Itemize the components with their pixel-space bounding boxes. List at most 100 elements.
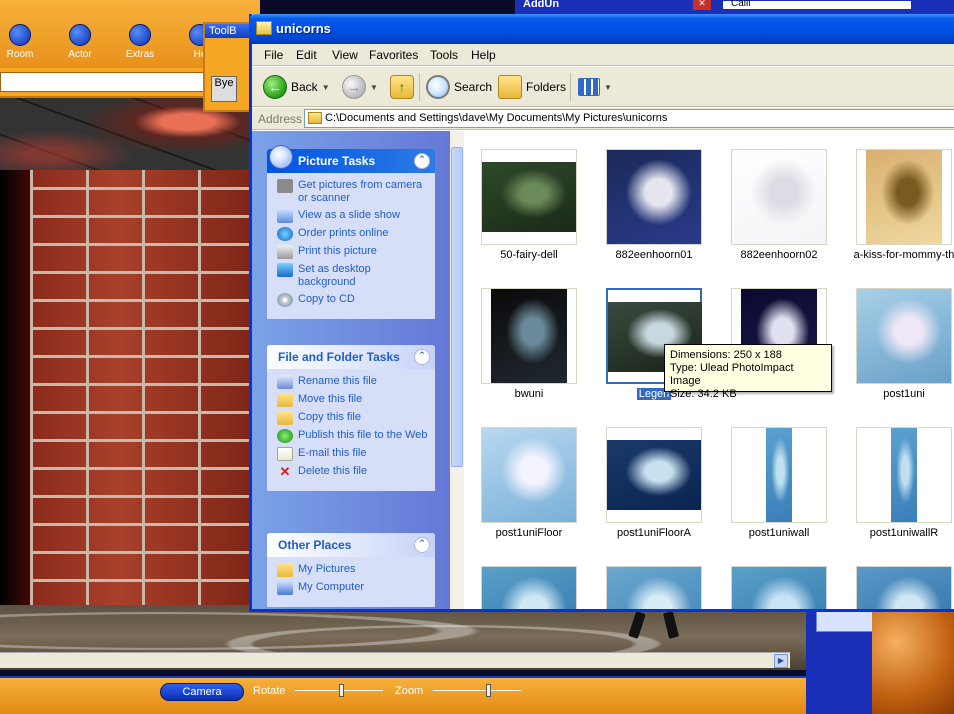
task-print-this-picture[interactable]: Print this picture (277, 245, 429, 259)
thumbnail-item[interactable]: 882eenhoorn02 (724, 147, 834, 277)
thumbnail-frame[interactable] (481, 566, 577, 609)
thumbnail-item[interactable]: post1uniFloorA (599, 425, 709, 555)
cd-icon (277, 293, 293, 307)
avatar-legs[interactable] (626, 611, 686, 642)
zoom-slider[interactable] (432, 684, 522, 697)
menu-view[interactable]: View (332, 48, 358, 62)
folder-icon (256, 21, 272, 35)
address-field[interactable]: C:\Documents and Settings\dave\My Docume… (304, 109, 954, 128)
thumbnail-frame[interactable] (481, 427, 577, 523)
calli-window-title: Calli (722, 0, 912, 10)
views-dropdown-icon[interactable]: ▼ (604, 83, 612, 92)
task-publish-this-file-to-the-web[interactable]: Publish this file to the Web (277, 429, 429, 443)
nav-room-button[interactable]: Room (0, 24, 47, 60)
thumbnail-frame[interactable] (731, 566, 827, 609)
forward-button[interactable]: → ▼ (342, 73, 378, 101)
publish-icon (277, 429, 293, 443)
task-rename-this-file[interactable]: Rename this file (277, 375, 429, 389)
task-copy-to-cd[interactable]: Copy to CD (277, 293, 429, 307)
thumbnail-label: bwuni (514, 388, 544, 400)
thumbnail-item[interactable]: post1uni (849, 286, 954, 416)
nav-extras-button[interactable]: Extras (113, 24, 167, 60)
task-pane-scrollbar[interactable] (450, 131, 464, 609)
collapse-chevron-icon[interactable]: ⌃ (414, 537, 430, 553)
picture-tasks-header[interactable]: Picture Tasks ⌃ (267, 145, 435, 173)
rotate-slider-thumb[interactable] (339, 684, 345, 697)
task-move-this-file[interactable]: Move this file (277, 393, 429, 407)
task-order-prints-online[interactable]: Order prints online (277, 227, 429, 241)
thumbnail-item[interactable]: bwuni (474, 286, 584, 416)
task-copy-this-file[interactable]: Copy this file (277, 411, 429, 425)
explorer-window: unicorns File Edit View Favorites Tools … (249, 14, 954, 612)
scroll-right-arrow-icon[interactable]: ▶ (774, 654, 788, 668)
scene-horizontal-scrollbar[interactable]: ▶ (0, 652, 790, 668)
thumbnail-frame[interactable] (606, 427, 702, 523)
thumbnail-frame[interactable] (856, 149, 952, 245)
file-folder-tasks-header[interactable]: File and Folder Tasks ⌃ (267, 345, 435, 369)
thumbnail-frame[interactable] (856, 288, 952, 384)
thumbnail-item[interactable]: post1uniFloor (474, 425, 584, 555)
thumbnail-image (857, 289, 951, 383)
back-button[interactable]: ← Back ▼ (263, 73, 330, 101)
thumbnail-item[interactable] (849, 564, 954, 609)
other-places-header[interactable]: Other Places ⌃ (267, 533, 435, 557)
menu-edit[interactable]: Edit (296, 48, 317, 62)
orange-texture (872, 612, 954, 714)
addun-close-icon[interactable]: ✕ (693, 0, 711, 10)
task-delete-this-file[interactable]: ✕ Delete this file (277, 465, 429, 479)
nav-actor-button[interactable]: Actor (53, 24, 107, 60)
task-set-as-desktop-background[interactable]: Set as desktop background (277, 263, 429, 289)
thumbnail-frame[interactable] (606, 566, 702, 609)
rotate-slider[interactable] (294, 684, 384, 697)
bye-button[interactable]: Bye (211, 76, 237, 102)
thumbnail-item[interactable]: a-kiss-for-mommy-th (849, 147, 954, 277)
title-bar[interactable]: unicorns (249, 14, 954, 44)
task-e-mail-this-file[interactable]: E-mail this file (277, 447, 429, 461)
back-dropdown-icon[interactable]: ▼ (322, 83, 330, 92)
thumbnail-image (857, 567, 951, 609)
menu-help[interactable]: Help (471, 48, 496, 62)
camera-button[interactable]: Camera (160, 683, 244, 701)
task-pane: Picture Tasks ⌃ Get pictures from camera… (252, 131, 464, 609)
menu-favorites[interactable]: Favorites (369, 48, 418, 62)
thumbnail-frame[interactable] (731, 149, 827, 245)
thumbnail-frame[interactable] (481, 149, 577, 245)
search-button[interactable]: Search (426, 73, 492, 101)
up-button[interactable]: ↑ (390, 73, 414, 101)
thumbnail-frame[interactable] (606, 149, 702, 245)
thumbnail-item[interactable] (474, 564, 584, 609)
camera-icon (277, 179, 293, 193)
task-my-computer[interactable]: My Computer (277, 581, 429, 595)
task-get-pictures-from-camera-or-scanner[interactable]: Get pictures from camera or scanner (277, 179, 429, 205)
other-places-panel: Other Places ⌃ My Pictures My Computer (267, 533, 435, 607)
task-view-as-a-slide-show[interactable]: View as a slide show (277, 209, 429, 223)
room-icon (9, 24, 31, 46)
thumbnail-image (491, 289, 567, 383)
my-pictures-icon (277, 563, 293, 577)
zoom-slider-thumb[interactable] (485, 684, 491, 697)
views-button[interactable]: ▼ (578, 73, 612, 101)
collapse-chevron-icon[interactable]: ⌃ (414, 153, 430, 169)
thumbnail-item[interactable]: post1uniwall (724, 425, 834, 555)
thumbnail-frame[interactable] (731, 427, 827, 523)
thumbnail-item[interactable] (724, 564, 834, 609)
scrollbar-thumb[interactable] (451, 147, 463, 467)
address-bar: Address C:\Documents and Settings\dave\M… (252, 108, 954, 130)
address-label: Address (258, 112, 303, 126)
thumbnail-item[interactable] (599, 564, 709, 609)
thumbnail-item[interactable]: 882eenhoorn01 (599, 147, 709, 277)
rotate-label: Rotate (253, 685, 286, 697)
globe-icon (277, 227, 293, 241)
thumbnail-frame[interactable] (856, 427, 952, 523)
menu-file[interactable]: File (264, 48, 283, 62)
thumbnail-item[interactable]: 50-fairy-dell (474, 147, 584, 277)
collapse-chevron-icon[interactable]: ⌃ (414, 349, 430, 365)
thumbnail-item[interactable]: post1uniwallR (849, 425, 954, 555)
folders-button[interactable]: Folders (498, 73, 566, 101)
thumbnail-frame[interactable] (481, 288, 577, 384)
forward-dropdown-icon[interactable]: ▼ (370, 83, 378, 92)
menu-tools[interactable]: Tools (430, 48, 458, 62)
thumbnail-frame[interactable] (856, 566, 952, 609)
picture-tasks-icon (269, 145, 293, 169)
task-my-pictures[interactable]: My Pictures (277, 563, 429, 577)
